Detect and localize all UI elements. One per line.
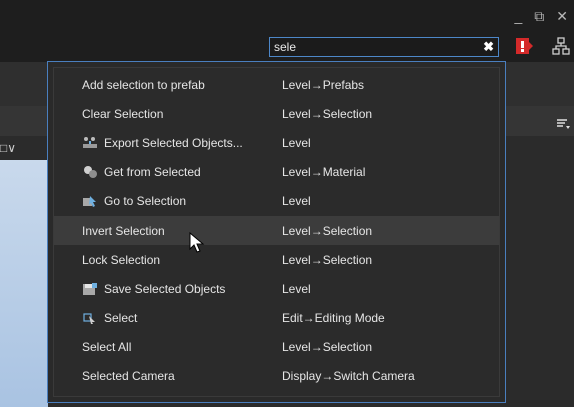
minimize-button[interactable]: _ [514, 8, 522, 24]
search-field[interactable]: ✖ [269, 37, 499, 57]
result-row[interactable]: Export Selected Objects... Level [54, 128, 499, 157]
result-label: Select [104, 311, 138, 326]
result-label: Get from Selected [104, 165, 201, 180]
result-row[interactable]: Select Edit→Editing Mode [54, 304, 499, 333]
result-label: Add selection to prefab [82, 77, 205, 92]
export-objects-icon [82, 136, 98, 150]
result-path: Edit→Editing Mode [282, 311, 385, 326]
result-path: Display→Switch Camera [282, 369, 415, 384]
result-row[interactable]: Select All Level→Selection [54, 333, 499, 362]
result-label: Invert Selection [82, 223, 165, 238]
material-icon [82, 165, 98, 179]
result-name: Selected Camera [82, 369, 175, 383]
view-dropdown[interactable]: □∨ [0, 141, 24, 159]
result-name: Get from Selected [82, 165, 201, 179]
result-path: Level→Prefabs [282, 77, 365, 92]
result-path: Level→Material [282, 165, 366, 180]
result-label: Selected Camera [82, 369, 175, 384]
result-path: Level [282, 281, 311, 296]
result-label: Export Selected Objects... [104, 135, 243, 150]
goto-selection-icon [82, 194, 98, 208]
window-controls: _ ⧉ ✕ [514, 8, 568, 24]
restore-button[interactable]: ⧉ [534, 8, 544, 24]
viewport[interactable] [0, 160, 48, 407]
result-label: Go to Selection [104, 194, 187, 209]
result-path: Level→Selection [282, 106, 373, 121]
result-path: Level→Selection [282, 340, 373, 355]
result-name: Go to Selection [82, 194, 186, 208]
result-name: Clear Selection [82, 107, 163, 121]
results-panel: Add selection to prefab Level→Prefabs Clea… [53, 67, 500, 397]
alert-icon[interactable] [515, 37, 533, 55]
results-list: Add selection to prefab Level→Prefabs Clea… [54, 70, 499, 391]
top-toolbar: _ ⧉ ✕ ✖ [0, 0, 574, 62]
search-input[interactable] [274, 39, 474, 55]
result-path: Level [282, 135, 311, 150]
close-button[interactable]: ✕ [556, 8, 568, 24]
result-label: Clear Selection [82, 106, 164, 121]
search-results-popup: Add selection to prefab Level→Prefabs Clea… [47, 61, 506, 403]
result-name: Export Selected Objects... [82, 136, 243, 150]
result-row[interactable]: Invert Selection Level→Selection [54, 215, 499, 246]
save-objects-icon [82, 282, 98, 296]
result-row[interactable]: Go to Selection Level [54, 187, 499, 216]
select-mode-icon [82, 311, 98, 325]
result-name: Select All [82, 340, 131, 354]
result-row[interactable]: Save Selected Objects Level [54, 274, 499, 303]
result-label: Lock Selection [82, 252, 161, 267]
result-row[interactable]: Get from Selected Level→Material [54, 158, 499, 187]
result-name: Save Selected Objects [82, 282, 225, 296]
result-path: Level→Selection [282, 223, 373, 238]
clear-search-icon[interactable]: ✖ [483, 40, 494, 54]
result-label: Select All [82, 340, 132, 355]
result-name: Lock Selection [82, 253, 160, 267]
result-row[interactable]: Add selection to prefab Level→Prefabs [54, 70, 499, 99]
result-label: Save Selected Objects [104, 281, 226, 296]
filter-icon[interactable] [556, 117, 570, 131]
result-name: Invert Selection [82, 224, 165, 238]
network-icon[interactable] [552, 37, 570, 55]
result-name: Select [82, 311, 137, 325]
result-path: Level→Selection [282, 252, 373, 267]
result-name: Add selection to prefab [82, 78, 205, 92]
result-row[interactable]: Clear Selection Level→Selection [54, 99, 499, 128]
result-path: Level [282, 194, 311, 209]
result-row[interactable]: Selected Camera Display→Switch Camera [54, 362, 499, 391]
result-row[interactable]: Lock Selection Level→Selection [54, 245, 499, 274]
